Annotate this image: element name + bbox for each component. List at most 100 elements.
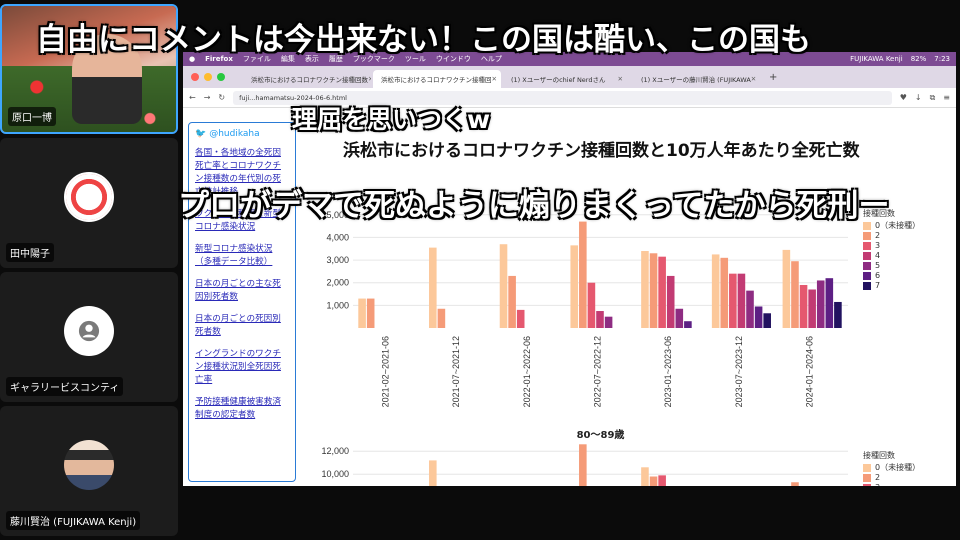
bar [604, 316, 613, 328]
legend-swatch [863, 282, 871, 290]
legend-label: 6 [875, 271, 881, 280]
bar [763, 313, 771, 328]
person-icon [78, 320, 100, 342]
x-tick-label: 2022-07~2022-12 [593, 336, 603, 407]
bar [737, 273, 746, 328]
bar [508, 275, 516, 328]
chart-deaths-80-89: 10,000 12,000 80～89歳 [321, 428, 848, 486]
bar [366, 298, 375, 328]
bar [649, 476, 658, 486]
legend-title: 接種回数 [863, 451, 895, 460]
tab-title: 浜松市におけるコロナワクチン接種回数 [251, 76, 368, 84]
extensions-icon[interactable]: ⧉ [930, 93, 936, 103]
close-tab-icon[interactable]: ✕ [492, 75, 497, 83]
bar [587, 282, 596, 328]
legend-entry: 2 [863, 231, 920, 241]
new-tab-button[interactable]: + [763, 72, 783, 83]
stream-comment-2: プロがデマで死ぬように煽りまくってたから死刑ー [178, 188, 890, 224]
legend-label: 2 [875, 473, 881, 482]
twitter-handle[interactable]: 🐦 @hudikaha [195, 129, 289, 139]
bar [782, 249, 791, 328]
x-tick-label: 2022-01~2022-06 [522, 336, 532, 407]
participant-tile-3[interactable]: ギャラリービスコンティ [0, 272, 178, 402]
twitter-bird-icon: 🐦 [195, 129, 207, 139]
battery-status[interactable]: 82% [911, 55, 927, 63]
forward-icon[interactable]: → [204, 93, 211, 102]
sidebar-link-7[interactable]: 予防接種健康被害救済制度の認定者数 [195, 396, 289, 422]
tab-title: 浜松市におけるコロナワクチン接種回 [381, 76, 492, 84]
menubar-clock[interactable]: 7:23 [934, 55, 950, 63]
pocket-icon[interactable]: ♥ [900, 93, 907, 102]
close-window-button[interactable] [191, 73, 199, 81]
bar [596, 311, 604, 328]
legend-label: 4 [875, 251, 881, 260]
bar [516, 309, 525, 328]
browser-tabbar: 浜松市におけるコロナワクチン接種回数 ✕ 浜松市におけるコロナワクチン接種回 ✕ (… [183, 66, 956, 88]
close-tab-icon[interactable]: ✕ [368, 75, 371, 83]
browser-tab-1[interactable]: 浜松市におけるコロナワクチン接種回数 ✕ [243, 70, 371, 88]
sidebar-link-4[interactable]: 日本の月ごとの主な死因別死者数 [195, 278, 289, 304]
bar [746, 290, 754, 328]
browser-tab-2[interactable]: 浜松市におけるコロナワクチン接種回 ✕ [373, 70, 501, 88]
participant-name: 原口一博 [8, 107, 56, 126]
legend-swatch [863, 464, 871, 472]
bar [658, 256, 666, 328]
bar [791, 261, 799, 328]
page-title: 浜松市におけるコロナワクチン接種回数と10万人年あたり全死亡数 [343, 141, 860, 161]
legend-label: 3 [875, 241, 881, 250]
legend-swatch [863, 272, 871, 280]
menubar-user[interactable]: FUJIKAWA Kenji [850, 55, 903, 63]
bar [684, 321, 692, 328]
y-tick-label: 10,000 [321, 469, 349, 479]
chart-subtitle: 80～89歳 [577, 428, 625, 441]
user-avatar-icon [64, 306, 114, 356]
legend-entry: 6 [863, 271, 920, 281]
close-tab-icon[interactable]: ✕ [618, 75, 623, 83]
bar [579, 444, 587, 486]
browser-tab-4[interactable]: (1) Xユーザーの藤川賢治 (FUJIKAWA ✕ [633, 70, 761, 88]
legend-swatch [863, 232, 871, 240]
x-tick-label: 2023-01~2023-06 [663, 336, 673, 407]
twitter-handle-text: @hudikaha [209, 129, 260, 139]
back-icon[interactable]: ← [189, 93, 196, 102]
bar [437, 308, 446, 328]
participant-tile-4[interactable]: 藤川賢治 (FUJIKAWA Kenji) [0, 406, 178, 536]
bar [711, 254, 720, 328]
y-tick-label: 3,000 [326, 255, 349, 265]
browser-tab-3[interactable]: (1) Xユーザーのchief Nerdさん ✕ [503, 70, 631, 88]
legend-label: 7 [875, 281, 881, 290]
bar [429, 247, 437, 328]
menu-icon[interactable]: ≡ [943, 93, 950, 102]
bar [666, 275, 675, 328]
sidebar-link-3[interactable]: 新型コロナ感染状況（多種データ比較） [195, 243, 289, 269]
close-tab-icon[interactable]: ✕ [751, 75, 756, 83]
sidebar-link-6[interactable]: イングランドのワクチン接種状況別全死因死亡率 [195, 348, 289, 387]
chart-deaths-all: 1,0002,0003,0004,0005,0002021-02~2021-06… [326, 210, 848, 407]
bar [834, 301, 842, 328]
participant-name: 藤川賢治 (FUJIKAWA Kenji) [6, 511, 141, 530]
bar [754, 306, 763, 328]
bar [720, 257, 729, 328]
window-controls [191, 73, 225, 81]
legend-entry: 5 [863, 261, 920, 271]
bar [825, 278, 834, 328]
reload-icon[interactable]: ↻ [218, 93, 225, 102]
y-tick-label: 2,000 [326, 278, 349, 288]
participant-avatar-logo [64, 172, 114, 222]
page-content: 🐦 @hudikaha 各国・各地域の全死因死亡率とコロナワクチン接種数の年代別… [183, 108, 956, 486]
minimize-window-button[interactable] [204, 73, 212, 81]
legend-swatch [863, 484, 871, 486]
bar [729, 273, 737, 328]
legend-entry: 2 [863, 473, 920, 483]
sidebar-link-5[interactable]: 日本の月ごとの死因別死者数 [195, 313, 289, 339]
legend-entry: 4 [863, 251, 920, 261]
bar [658, 475, 666, 486]
legend-label: 2 [875, 231, 881, 240]
download-icon[interactable]: ↓ [915, 93, 922, 102]
legend-2: 接種回数 0（未接種）23 [863, 450, 920, 486]
page-sidebar: 🐦 @hudikaha 各国・各地域の全死因死亡率とコロナワクチン接種数の年代別… [188, 122, 296, 482]
x-tick-label: 2023-07~2023-12 [734, 336, 744, 407]
participant-tile-2[interactable]: 田中陽子 [0, 138, 178, 268]
zoom-window-button[interactable] [217, 73, 225, 81]
tab-title: (1) Xユーザーの藤川賢治 (FUJIKAWA [641, 76, 751, 84]
